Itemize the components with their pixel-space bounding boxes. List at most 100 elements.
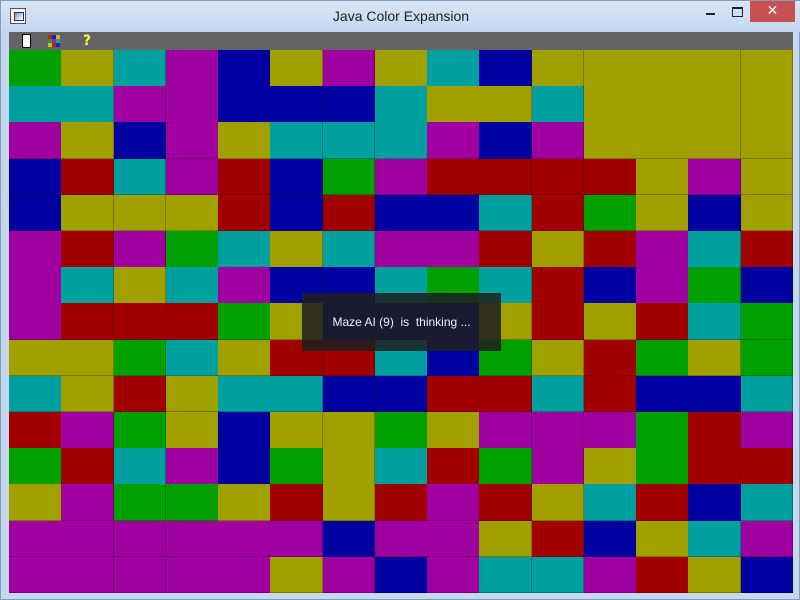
board-cell[interactable]: [636, 231, 689, 268]
board-cell[interactable]: [165, 303, 219, 341]
board-cell[interactable]: [165, 448, 219, 485]
board-cell[interactable]: [740, 86, 794, 123]
board-cell[interactable]: [636, 556, 689, 594]
board-cell[interactable]: [479, 50, 533, 87]
board-cell[interactable]: [374, 158, 428, 196]
board-cell[interactable]: [270, 375, 324, 413]
board-cell[interactable]: [270, 86, 324, 123]
board-cell[interactable]: [61, 484, 115, 522]
board-cell[interactable]: [479, 375, 533, 413]
new-game-icon[interactable]: [19, 33, 35, 49]
board-cell[interactable]: [9, 86, 62, 123]
board-cell[interactable]: [583, 520, 637, 558]
board-cell[interactable]: [636, 303, 689, 341]
board-cell[interactable]: [583, 484, 637, 522]
board-cell[interactable]: [270, 122, 324, 160]
board-cell[interactable]: [165, 158, 219, 196]
board-cell[interactable]: [583, 158, 637, 196]
board-cell[interactable]: [218, 375, 271, 413]
board-cell[interactable]: [531, 448, 585, 485]
close-button[interactable]: ✕: [750, 1, 795, 22]
board-cell[interactable]: [113, 375, 167, 413]
board-cell[interactable]: [61, 194, 115, 232]
board-cell[interactable]: [374, 122, 428, 160]
board-cell[interactable]: [113, 484, 167, 522]
board-cell[interactable]: [218, 556, 271, 594]
board-cell[interactable]: [531, 267, 585, 304]
board-cell[interactable]: [374, 50, 428, 87]
board-cell[interactable]: [479, 556, 533, 594]
board-cell[interactable]: [636, 520, 689, 558]
board-cell[interactable]: [583, 194, 637, 232]
board-cell[interactable]: [113, 412, 167, 449]
board-cell[interactable]: [427, 556, 480, 594]
board-cell[interactable]: [636, 375, 689, 413]
board-cell[interactable]: [740, 158, 794, 196]
board-cell[interactable]: [427, 231, 480, 268]
board-cell[interactable]: [61, 375, 115, 413]
board-cell[interactable]: [270, 194, 324, 232]
board-cell[interactable]: [165, 267, 219, 304]
board-cell[interactable]: [636, 339, 689, 377]
board-cell[interactable]: [9, 303, 62, 341]
board-cell[interactable]: [688, 122, 742, 160]
board-cell[interactable]: [218, 448, 271, 485]
board-cell[interactable]: [479, 484, 533, 522]
board-cell[interactable]: [740, 520, 794, 558]
board-cell[interactable]: [322, 448, 376, 485]
board-cell[interactable]: [479, 86, 533, 123]
board-cell[interactable]: [636, 50, 689, 87]
board-cell[interactable]: [322, 412, 376, 449]
board-cell[interactable]: [636, 194, 689, 232]
board-cell[interactable]: [9, 158, 62, 196]
board-cell[interactable]: [374, 375, 428, 413]
board-cell[interactable]: [688, 412, 742, 449]
board-cell[interactable]: [688, 86, 742, 123]
board-cell[interactable]: [636, 122, 689, 160]
board-cell[interactable]: [270, 448, 324, 485]
board-cell[interactable]: [531, 194, 585, 232]
board-cell[interactable]: [165, 375, 219, 413]
board-cell[interactable]: [688, 375, 742, 413]
board-cell[interactable]: [583, 375, 637, 413]
board-cell[interactable]: [740, 50, 794, 87]
board-cell[interactable]: [9, 448, 62, 485]
board-cell[interactable]: [218, 50, 271, 87]
board-cell[interactable]: [270, 520, 324, 558]
board-cell[interactable]: [531, 412, 585, 449]
board-cell[interactable]: [218, 484, 271, 522]
board-cell[interactable]: [9, 375, 62, 413]
board-cell[interactable]: [479, 231, 533, 268]
board-cell[interactable]: [427, 194, 480, 232]
board-cell[interactable]: [583, 50, 637, 87]
board-cell[interactable]: [113, 448, 167, 485]
board-cell[interactable]: [270, 484, 324, 522]
board-cell[interactable]: [531, 484, 585, 522]
board-cell[interactable]: [322, 520, 376, 558]
board-cell[interactable]: [374, 448, 428, 485]
board-cell[interactable]: [374, 556, 428, 594]
board-cell[interactable]: [583, 86, 637, 123]
board-cell[interactable]: [165, 86, 219, 123]
board-cell[interactable]: [688, 158, 742, 196]
board-cell[interactable]: [531, 231, 585, 268]
board-cell[interactable]: [688, 303, 742, 341]
board-cell[interactable]: [113, 86, 167, 123]
board-cell[interactable]: [740, 412, 794, 449]
board-cell[interactable]: [583, 267, 637, 304]
board-cell[interactable]: [531, 50, 585, 87]
board-cell[interactable]: [9, 50, 62, 87]
board-cell[interactable]: [61, 412, 115, 449]
board-cell[interactable]: [688, 194, 742, 232]
board-cell[interactable]: [218, 86, 271, 123]
title-bar[interactable]: Java Color Expansion ✕: [1, 1, 800, 32]
board-cell[interactable]: [322, 194, 376, 232]
board-cell[interactable]: [740, 303, 794, 341]
board-cell[interactable]: [374, 412, 428, 449]
board-cell[interactable]: [218, 231, 271, 268]
board-cell[interactable]: [740, 339, 794, 377]
board-cell[interactable]: [427, 520, 480, 558]
board-cell[interactable]: [270, 158, 324, 196]
board-cell[interactable]: [688, 484, 742, 522]
board-cell[interactable]: [113, 158, 167, 196]
